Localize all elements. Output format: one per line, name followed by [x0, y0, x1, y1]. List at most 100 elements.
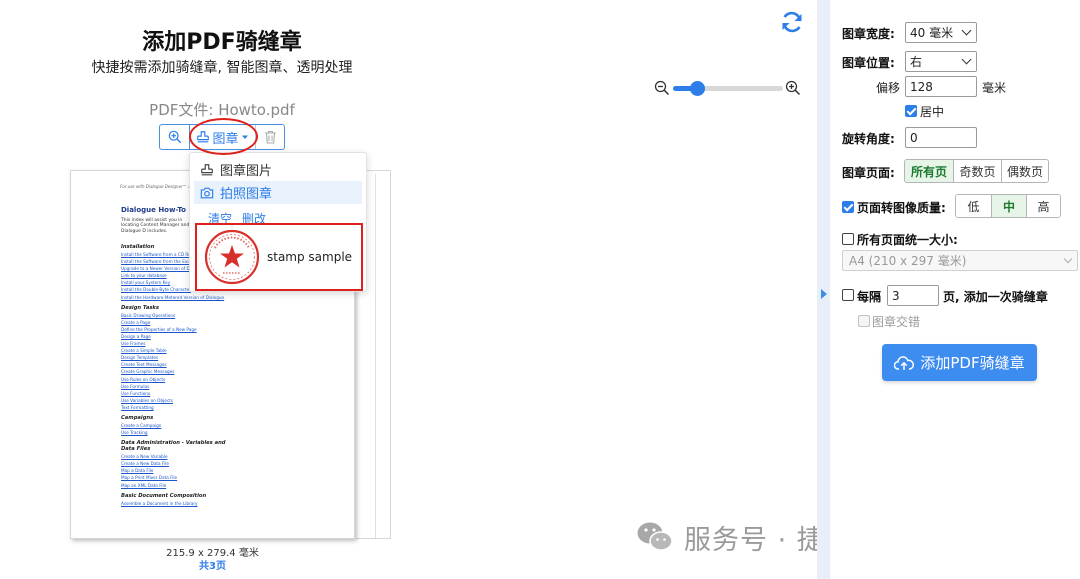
- delete-button[interactable]: [256, 125, 284, 149]
- zoom-control: [654, 79, 802, 99]
- rotation-value: 0: [910, 130, 918, 145]
- doc-link: Use Rules on Objects: [121, 376, 166, 382]
- doc-link: Map a Data File: [121, 468, 154, 474]
- doc-link: Use Formulas: [121, 383, 150, 389]
- menu-item-photo-stamp[interactable]: 拍照图章: [194, 181, 362, 204]
- doc-link: Define the Properties of a New Page: [121, 326, 197, 332]
- stamp-dropdown-button[interactable]: 图章: [190, 125, 256, 149]
- zoom-in-icon: [168, 130, 181, 144]
- option-odd-pages[interactable]: 奇数页: [953, 160, 1001, 182]
- doc-link: Design a Page: [121, 333, 151, 339]
- every-label: 每隔: [857, 290, 882, 304]
- stamp-position-value: 右: [910, 55, 923, 69]
- uniform-size-label: 所有页面统一大小:: [857, 233, 958, 247]
- cloud-upload-icon: [894, 355, 915, 370]
- rotation-label: 旋转角度:: [842, 132, 895, 146]
- caret-down-icon: [241, 135, 248, 139]
- doc-link: Use Frames: [121, 341, 146, 347]
- menu-item-stamp-image[interactable]: 图章图片: [194, 158, 362, 181]
- zoom-in-icon[interactable]: [785, 80, 801, 96]
- quality-high[interactable]: 高: [1026, 195, 1060, 217]
- option-all-pages[interactable]: 所有页: [905, 160, 953, 182]
- quality-checkbox[interactable]: [842, 201, 854, 213]
- every-n-pages-value: 3: [892, 288, 900, 303]
- alternate-label: 图章交错: [872, 315, 921, 329]
- offset-value: 128: [910, 79, 933, 94]
- panel-toggle-arrow-icon[interactable]: [821, 289, 827, 299]
- stamp-icon: [201, 163, 213, 175]
- zoom-out-icon[interactable]: [654, 80, 670, 96]
- refresh-icon[interactable]: [779, 9, 805, 35]
- doc-section-heading: Design Tasks: [121, 304, 159, 311]
- page-toolbar: 图章: [159, 124, 285, 150]
- option-even-pages[interactable]: 偶数页: [1001, 160, 1048, 182]
- doc-link: Map a Print Mixer Data File: [121, 475, 178, 481]
- uniform-size-value: A4 (210 x 297 毫米): [849, 254, 967, 268]
- every-n-pages-input[interactable]: 3: [887, 285, 939, 306]
- doc-link: Use Variables on Objects: [121, 397, 173, 403]
- doc-link: Create Text Messages: [121, 362, 167, 368]
- doc-link: Install the Hardware-Metered Version of …: [121, 294, 225, 300]
- menu-item-label: 拍照图章: [220, 187, 273, 202]
- stamp-sample-label: stamp sample: [267, 250, 353, 264]
- quality-label: 页面转图像质量:: [857, 201, 946, 215]
- page-count: 共3页: [199, 561, 226, 572]
- doc-link: Use Functions: [121, 390, 151, 396]
- doc-link: Design Templates: [121, 355, 159, 361]
- doc-link: Basic Drawing Operations: [121, 312, 176, 318]
- chevron-down-icon: [1063, 254, 1073, 264]
- stamp-position-select[interactable]: 右: [905, 51, 977, 72]
- doc-link: Create a New Variable: [121, 454, 168, 460]
- stamp-sample-item[interactable]: stamp sample: [195, 223, 363, 291]
- page-title: 添加PDF骑缝章: [142, 30, 302, 55]
- doc-section-heading: Campaigns: [121, 414, 154, 421]
- doc-link: Create a Page: [121, 319, 151, 325]
- center-label: 居中: [920, 105, 945, 119]
- zoom-slider-handle[interactable]: [690, 81, 706, 96]
- offset-unit: 毫米: [982, 81, 1007, 95]
- stamp-position-label: 图章位置:: [842, 56, 895, 70]
- file-name: PDF文件: Howto.pdf: [149, 101, 295, 119]
- stamp-button-label: 图章: [212, 131, 239, 147]
- doc-section-heading: Basic Document Composition: [121, 492, 207, 499]
- rotation-input[interactable]: 0: [905, 127, 977, 148]
- chevron-down-icon: [961, 54, 972, 65]
- doc-link: Map an XML Data File: [121, 482, 167, 488]
- center-checkbox[interactable]: [905, 105, 917, 117]
- app-root: 添加PDF骑缝章 快捷按需添加骑缝章, 智能图章、透明处理 PDF文件: How…: [0, 0, 1080, 579]
- stamp-seal-image: [204, 229, 260, 285]
- zoom-page-button[interactable]: [160, 125, 190, 149]
- quality-low[interactable]: 低: [956, 195, 991, 217]
- stamp-pages-group: 所有页 奇数页 偶数页: [904, 159, 1049, 183]
- doc-link: Text Formatting: [121, 404, 154, 410]
- doc-link: Assemble a Document in the Library: [121, 500, 198, 506]
- quality-medium[interactable]: 中: [991, 195, 1026, 217]
- stamp-pages-label: 图章页面:: [842, 166, 895, 180]
- uniform-size-select[interactable]: A4 (210 x 297 毫米): [842, 250, 1078, 271]
- offset-input[interactable]: 128: [905, 76, 977, 97]
- quality-group: 低 中 高: [955, 194, 1061, 218]
- doc-link: Create a Simple Table: [121, 348, 167, 354]
- add-seal-button[interactable]: 添加PDF骑缝章: [882, 344, 1037, 381]
- stamp-width-label: 图章宽度:: [842, 27, 895, 41]
- add-seal-button-label: 添加PDF骑缝章: [920, 354, 1025, 372]
- alternate-checkbox[interactable]: [858, 315, 870, 327]
- stamp-width-value: 40 毫米: [910, 26, 954, 40]
- every-suffix: 页, 添加一次骑缝章: [943, 290, 1048, 304]
- every-n-pages-checkbox[interactable]: [842, 289, 854, 301]
- doc-link: Create a New Data File: [121, 461, 169, 467]
- doc-link: Create a Campaign: [121, 422, 162, 428]
- doc-link: Use Tracking: [121, 430, 148, 436]
- chevron-down-icon: [961, 25, 972, 36]
- page-subtitle: 快捷按需添加骑缝章, 智能图章、透明处理: [91, 60, 353, 76]
- trash-icon: [264, 130, 276, 144]
- uniform-size-checkbox[interactable]: [842, 233, 854, 245]
- offset-label: 偏移: [876, 81, 901, 95]
- menu-item-label: 图章图片: [220, 164, 273, 179]
- stamp-menu: 图章图片 拍照图章 清空 删改 stamp sample: [189, 152, 367, 292]
- stamp-icon: [197, 131, 210, 143]
- stamp-width-select[interactable]: 40 毫米: [905, 22, 977, 43]
- doc-section-heading: Data Administration - Variables and Data…: [121, 440, 226, 453]
- doc-link: Create Graphic Messages: [121, 369, 175, 375]
- camera-icon: [200, 187, 214, 198]
